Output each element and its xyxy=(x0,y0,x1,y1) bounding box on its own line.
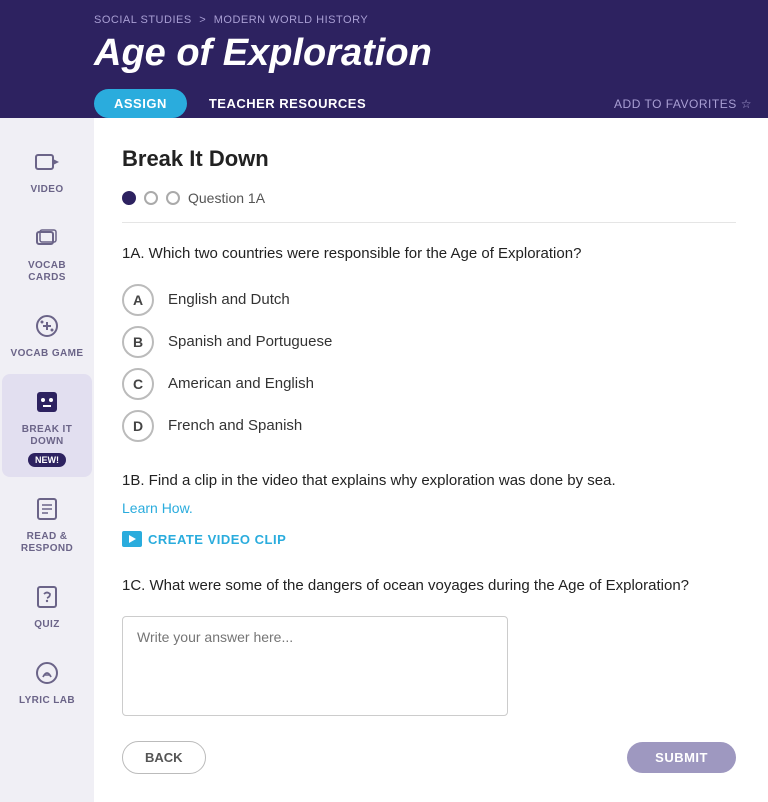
option-c-text: American and English xyxy=(168,375,314,392)
bottom-nav: BACK SUBMIT xyxy=(122,741,736,774)
back-button[interactable]: BACK xyxy=(122,741,206,774)
progress-dot-1 xyxy=(122,191,136,205)
question-1a-text: 1A. Which two countries were responsible… xyxy=(122,243,736,266)
breadcrumb-separator: > xyxy=(199,14,206,26)
question-1c-text: 1C. What were some of the dangers of oce… xyxy=(122,575,736,598)
sidebar: VIDEO VOCAB CARDS VOCAB GAME BREAK IT DO… xyxy=(0,118,94,802)
clip-icon xyxy=(122,531,142,547)
option-b-circle: B xyxy=(122,326,154,358)
answer-textarea-wrapper xyxy=(122,616,736,721)
quiz-icon xyxy=(29,579,65,615)
option-a-text: English and Dutch xyxy=(168,291,290,308)
progress-dot-2 xyxy=(144,191,158,205)
add-to-favorites-button[interactable]: ADD TO FAVORITES ☆ xyxy=(614,97,752,111)
option-c-circle: C xyxy=(122,368,154,400)
option-b-text: Spanish and Portuguese xyxy=(168,333,332,350)
main-content: Break It Down Question 1A 1A. Which two … xyxy=(94,118,768,802)
vocab-cards-icon xyxy=(29,220,65,256)
page-title: Age of Exploration xyxy=(94,32,768,75)
read-respond-icon xyxy=(29,491,65,527)
learn-how-link[interactable]: Learn How. xyxy=(122,500,736,516)
sidebar-item-label-read-respond: READ & RESPOND xyxy=(8,531,86,555)
sidebar-item-vocab-cards[interactable]: VOCAB CARDS xyxy=(2,210,92,294)
option-b[interactable]: B Spanish and Portuguese xyxy=(122,326,736,358)
submit-button[interactable]: SUBMIT xyxy=(627,742,736,773)
sidebar-item-label-quiz: QUIZ xyxy=(34,619,60,631)
sidebar-item-break-it-down[interactable]: BREAK IT DOWN NEW! xyxy=(2,374,92,477)
sidebar-item-lyric-lab[interactable]: LYRIC LAB xyxy=(2,645,92,717)
divider xyxy=(122,222,736,223)
sidebar-item-label-video: VIDEO xyxy=(30,184,63,196)
option-a-circle: A xyxy=(122,284,154,316)
header-tabs-left: ASSIGN TEACHER RESOURCES xyxy=(94,89,382,118)
question-1b-text: 1B. Find a clip in the video that explai… xyxy=(122,470,736,493)
sidebar-item-quiz[interactable]: QUIZ xyxy=(2,569,92,641)
option-d-circle: D xyxy=(122,410,154,442)
main-layout: VIDEO VOCAB CARDS VOCAB GAME BREAK IT DO… xyxy=(0,118,768,802)
option-d[interactable]: D French and Spanish xyxy=(122,410,736,442)
sidebar-item-label-vocab-game: VOCAB GAME xyxy=(11,348,84,360)
header: SOCIAL STUDIES > MODERN WORLD HISTORY Ag… xyxy=(0,0,768,118)
sidebar-item-label-break-it-down: BREAK IT DOWN xyxy=(8,424,86,448)
option-c[interactable]: C American and English xyxy=(122,368,736,400)
video-icon xyxy=(29,144,65,180)
option-a[interactable]: A English and Dutch xyxy=(122,284,736,316)
create-video-clip-button[interactable]: CREATE VIDEO CLIP xyxy=(122,531,286,547)
assign-button[interactable]: ASSIGN xyxy=(94,89,187,118)
progress-dot-3 xyxy=(166,191,180,205)
star-icon: ☆ xyxy=(741,97,752,111)
progress-label: Question 1A xyxy=(188,190,265,206)
sidebar-item-video[interactable]: VIDEO xyxy=(2,134,92,206)
options-list: A English and Dutch B Spanish and Portug… xyxy=(122,284,736,442)
vocab-game-icon xyxy=(29,308,65,344)
sidebar-item-vocab-game[interactable]: VOCAB GAME xyxy=(2,298,92,370)
header-tabs: ASSIGN TEACHER RESOURCES ADD TO FAVORITE… xyxy=(94,89,768,118)
breadcrumb: SOCIAL STUDIES > MODERN WORLD HISTORY xyxy=(94,14,768,26)
sidebar-item-label-vocab-cards: VOCAB CARDS xyxy=(8,260,86,284)
sidebar-item-label-lyric-lab: LYRIC LAB xyxy=(19,695,75,707)
create-clip-label: CREATE VIDEO CLIP xyxy=(148,532,286,547)
progress-row: Question 1A xyxy=(122,190,736,206)
break-it-down-icon xyxy=(29,384,65,420)
new-badge: NEW! xyxy=(28,453,66,467)
lyric-lab-icon xyxy=(29,655,65,691)
sidebar-item-read-respond[interactable]: READ & RESPOND xyxy=(2,481,92,565)
teacher-resources-button[interactable]: TEACHER RESOURCES xyxy=(193,89,382,118)
section-title: Break It Down xyxy=(122,146,736,172)
option-d-text: French and Spanish xyxy=(168,417,302,434)
answer-textarea[interactable] xyxy=(122,616,508,716)
